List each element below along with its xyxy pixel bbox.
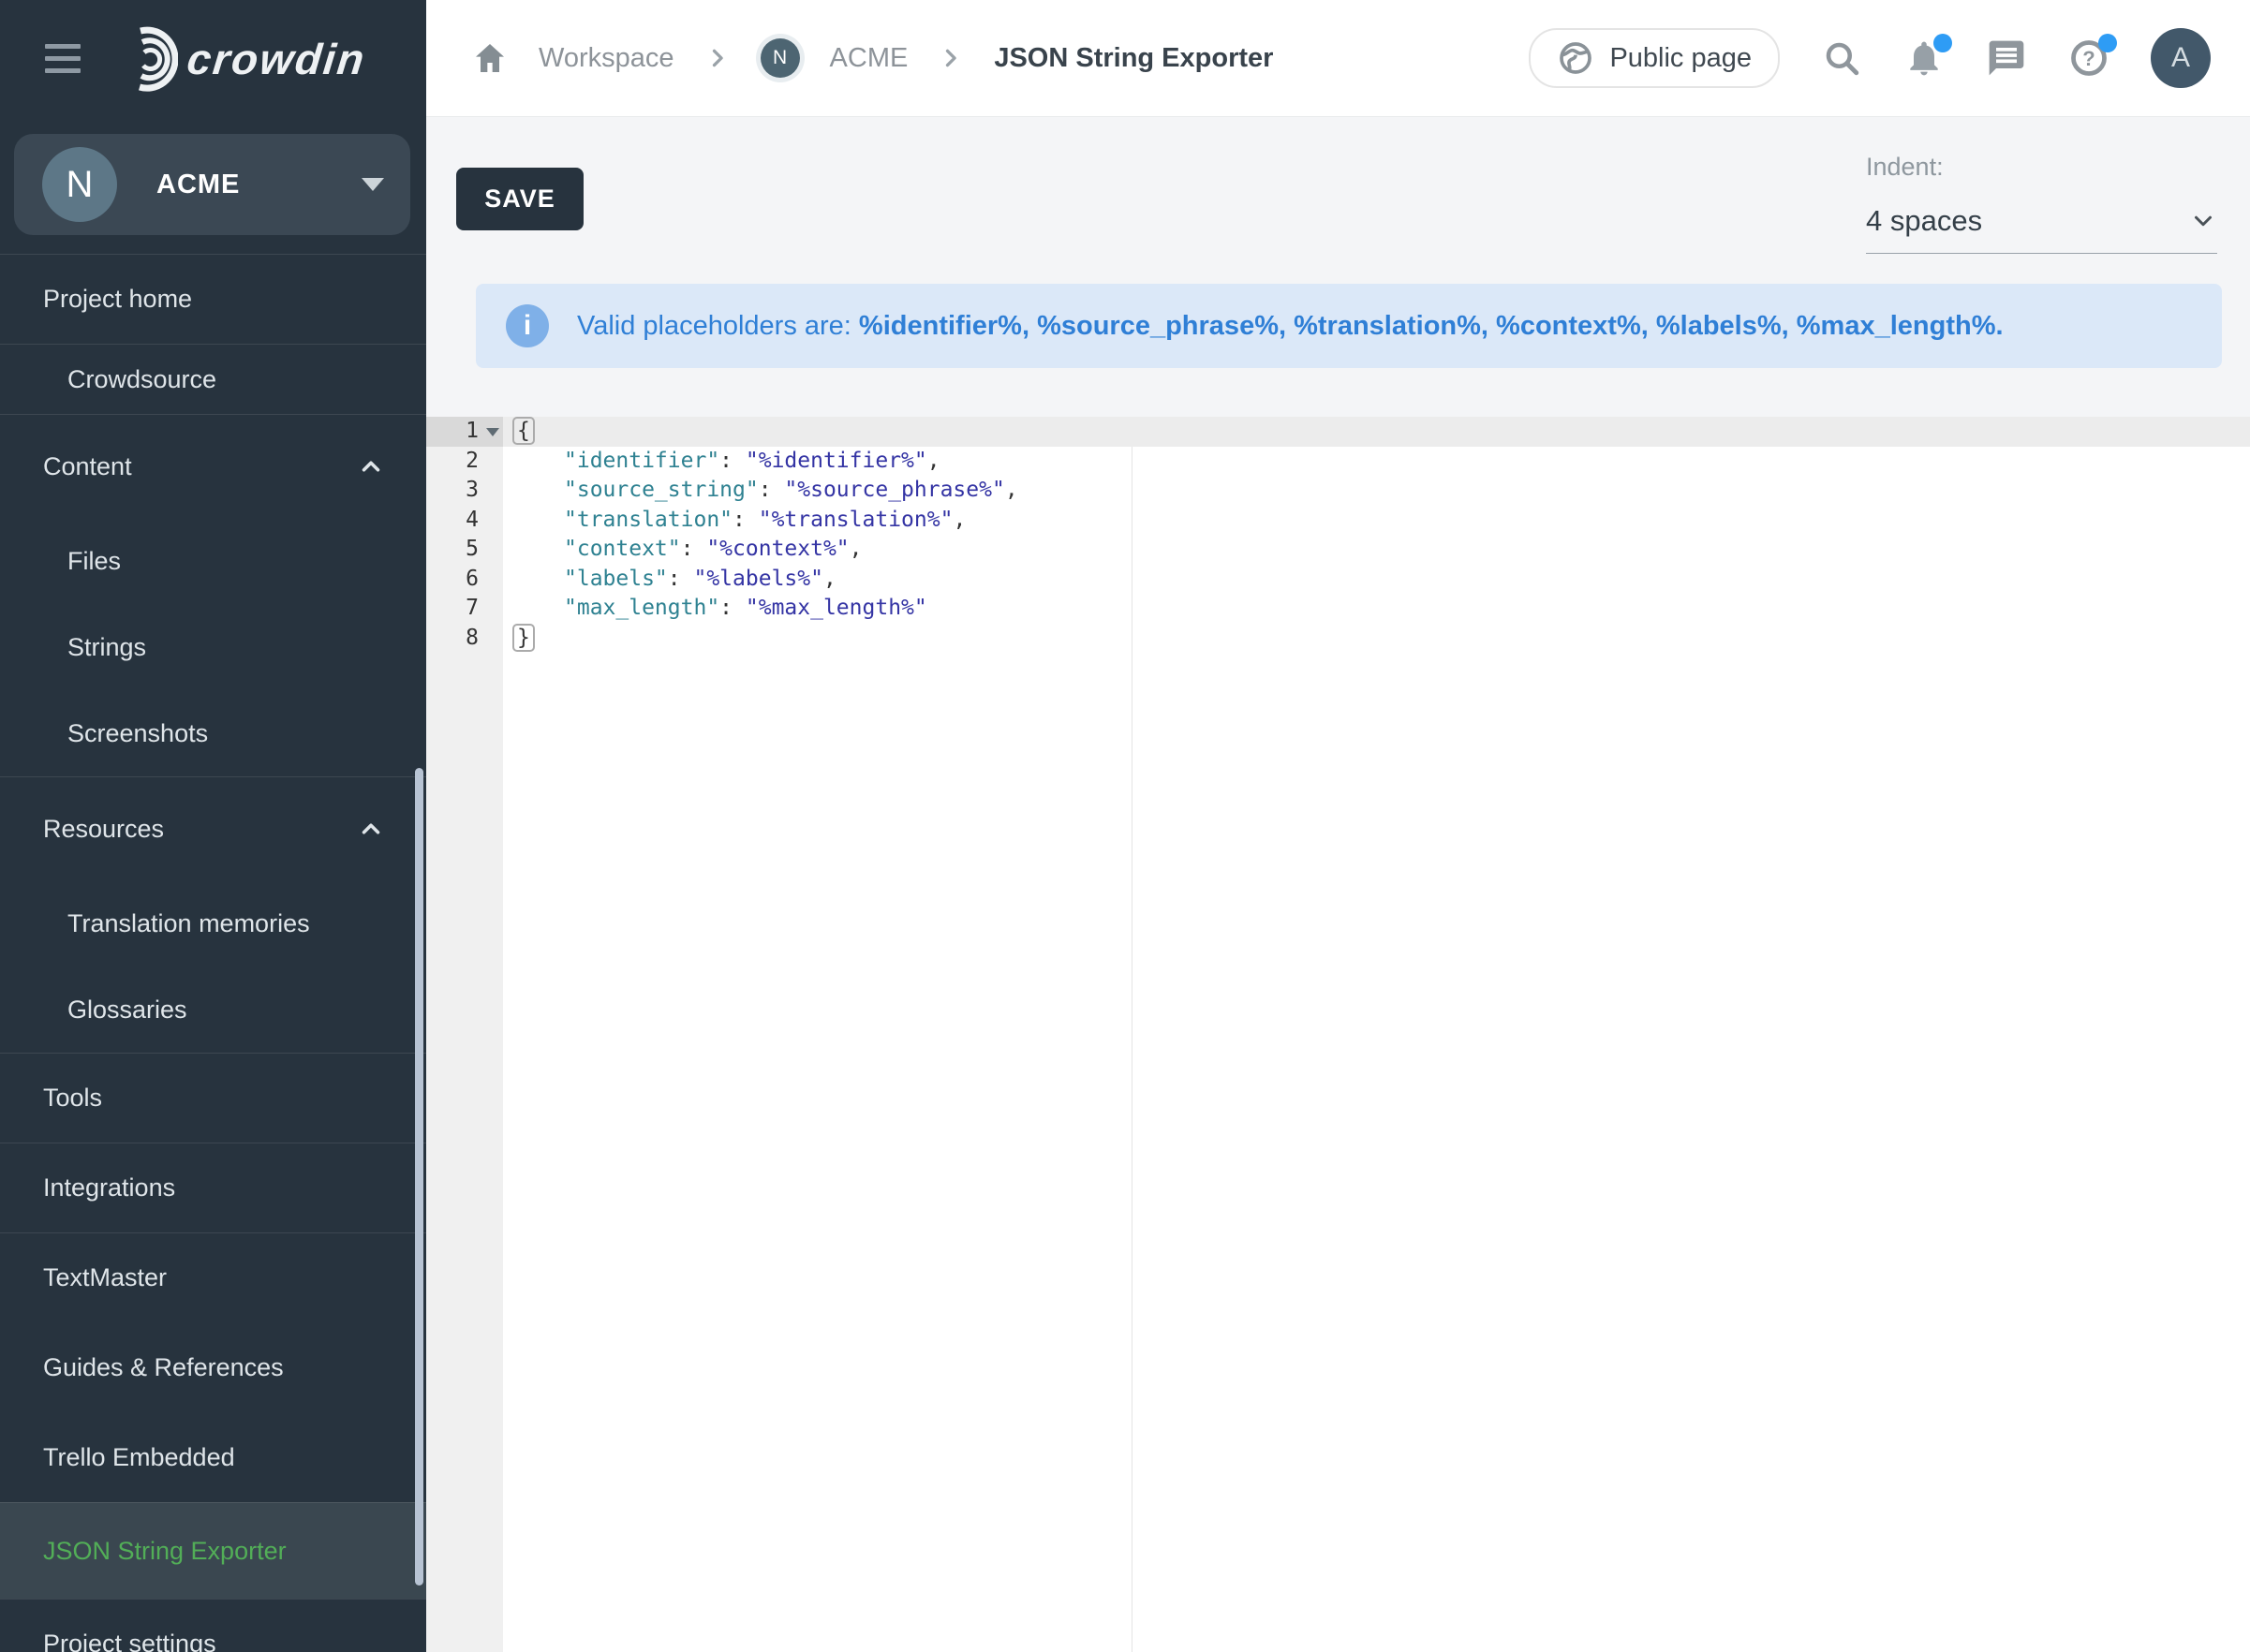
- gutter-line-number: 4: [426, 506, 503, 536]
- sidebar-item-translation-memories[interactable]: Translation memories: [0, 880, 426, 966]
- sidebar-item-guides-references[interactable]: Guides & References: [0, 1322, 426, 1412]
- sidebar: crowdin N ACME Project home Crowdsource …: [0, 0, 426, 1652]
- sidebar-item-strings[interactable]: Strings: [0, 604, 426, 690]
- sidebar-scrollbar[interactable]: [415, 768, 423, 1586]
- home-icon[interactable]: [471, 39, 509, 77]
- chat-icon: [1986, 37, 2027, 79]
- code-line: "source_string": "%source_phrase%",: [503, 476, 2250, 506]
- code-editor[interactable]: 1 2 3 4 5 6 7 8 { "identifier": "%identi…: [426, 417, 2250, 1652]
- messages-button[interactable]: [1986, 37, 2027, 79]
- svg-text:?: ?: [2082, 47, 2095, 70]
- sidebar-group-content: Content Files Strings Screenshots: [0, 414, 426, 776]
- code-line: {: [503, 417, 2250, 447]
- topbar: Workspace N ACME JSON String Exporter Pu…: [426, 0, 2250, 117]
- breadcrumb-chevron-icon: [938, 45, 964, 71]
- code-area[interactable]: { "identifier": "%identifier%", "source_…: [503, 417, 2250, 1652]
- sidebar-item-tools[interactable]: Tools: [0, 1053, 426, 1143]
- sidebar-item-files[interactable]: Files: [0, 518, 426, 604]
- breadcrumb-workspace[interactable]: Workspace: [539, 43, 674, 74]
- sidebar-item-trello-embedded[interactable]: Trello Embedded: [0, 1412, 426, 1502]
- chevron-down-icon: [2189, 207, 2217, 235]
- save-button[interactable]: SAVE: [456, 168, 584, 230]
- gutter-line-number: 2: [426, 447, 503, 477]
- breadcrumb-project[interactable]: ACME: [830, 43, 909, 74]
- search-button[interactable]: [1821, 37, 1862, 79]
- breadcrumb-page-title: JSON String Exporter: [994, 43, 1273, 74]
- chevron-up-icon: [357, 452, 385, 480]
- section-label: Resources: [43, 815, 164, 844]
- breadcrumb-project-avatar: N: [761, 38, 800, 78]
- gutter-line-number: 6: [426, 565, 503, 595]
- globe-icon: [1557, 39, 1594, 77]
- code-line: "translation": "%translation%",: [503, 506, 2250, 536]
- main-content: SAVE Indent: 4 spaces i Valid placeholde…: [426, 117, 2250, 1652]
- info-icon: i: [506, 304, 549, 347]
- sidebar-item-textmaster[interactable]: TextMaster: [0, 1232, 426, 1322]
- help-dot: [2098, 34, 2117, 52]
- code-line: "context": "%context%",: [503, 535, 2250, 565]
- section-label: Content: [43, 452, 132, 481]
- sidebar-section-content[interactable]: Content: [0, 415, 426, 518]
- user-avatar[interactable]: A: [2151, 28, 2211, 88]
- editor-gutter: 1 2 3 4 5 6 7 8: [426, 417, 503, 1652]
- public-page-label: Public page: [1609, 43, 1752, 74]
- sidebar-item-integrations[interactable]: Integrations: [0, 1143, 426, 1232]
- indent-control: Indent: 4 spaces: [1866, 153, 2217, 254]
- indent-value: 4 spaces: [1866, 204, 1982, 238]
- logo-text: crowdin: [185, 34, 368, 84]
- notification-dot: [1933, 34, 1952, 52]
- fold-arrow-icon[interactable]: [486, 428, 499, 436]
- sidebar-item-glossaries[interactable]: Glossaries: [0, 966, 426, 1053]
- sidebar-item-crowdsource[interactable]: Crowdsource: [0, 344, 426, 414]
- sidebar-item-json-string-exporter[interactable]: JSON String Exporter: [0, 1502, 426, 1599]
- search-icon: [1822, 38, 1861, 78]
- sidebar-item-screenshots[interactable]: Screenshots: [0, 690, 426, 776]
- gutter-line-number: 7: [426, 594, 503, 624]
- topbar-actions: Public page ?: [1529, 28, 2211, 88]
- breadcrumb-chevron-icon: [704, 45, 731, 71]
- breadcrumb: Workspace N ACME JSON String Exporter: [471, 38, 1273, 78]
- chevron-up-icon: [357, 815, 385, 843]
- code-line: }: [503, 624, 2250, 654]
- gutter-line-number: 5: [426, 535, 503, 565]
- project-avatar: N: [42, 147, 117, 222]
- notifications-button[interactable]: [1903, 37, 1945, 79]
- project-switcher[interactable]: N ACME: [14, 134, 410, 235]
- gutter-line-number: 1: [426, 417, 503, 447]
- gutter-line-number: 3: [426, 476, 503, 506]
- sidebar-group-resources: Resources Translation memories Glossarie…: [0, 776, 426, 1053]
- project-name: ACME: [156, 170, 240, 200]
- public-page-button[interactable]: Public page: [1529, 28, 1780, 88]
- gutter-line-number: 8: [426, 624, 503, 654]
- indent-label: Indent:: [1866, 153, 2217, 182]
- code-line: "max_length": "%max_length%": [503, 594, 2250, 624]
- alert-text: Valid placeholders are: %identifier%, %s…: [577, 311, 2004, 342]
- caret-down-icon: [362, 178, 384, 191]
- crowdin-mark-icon: [116, 26, 178, 92]
- code-line: "labels": "%labels%",: [503, 565, 2250, 595]
- sidebar-item-project-home[interactable]: Project home: [0, 254, 426, 344]
- hamburger-menu-icon[interactable]: [45, 37, 82, 81]
- code-line: "identifier": "%identifier%",: [503, 447, 2250, 477]
- sidebar-nav: Project home Crowdsource Content Files S…: [0, 254, 426, 1652]
- info-alert: i Valid placeholders are: %identifier%, …: [476, 284, 2222, 368]
- help-button[interactable]: ?: [2068, 37, 2109, 79]
- crowdin-logo[interactable]: crowdin: [116, 26, 365, 92]
- sidebar-item-project-settings[interactable]: Project settings: [0, 1599, 426, 1652]
- indent-select[interactable]: 4 spaces: [1866, 204, 2217, 254]
- sidebar-header: crowdin: [0, 0, 426, 117]
- sidebar-section-resources[interactable]: Resources: [0, 777, 426, 880]
